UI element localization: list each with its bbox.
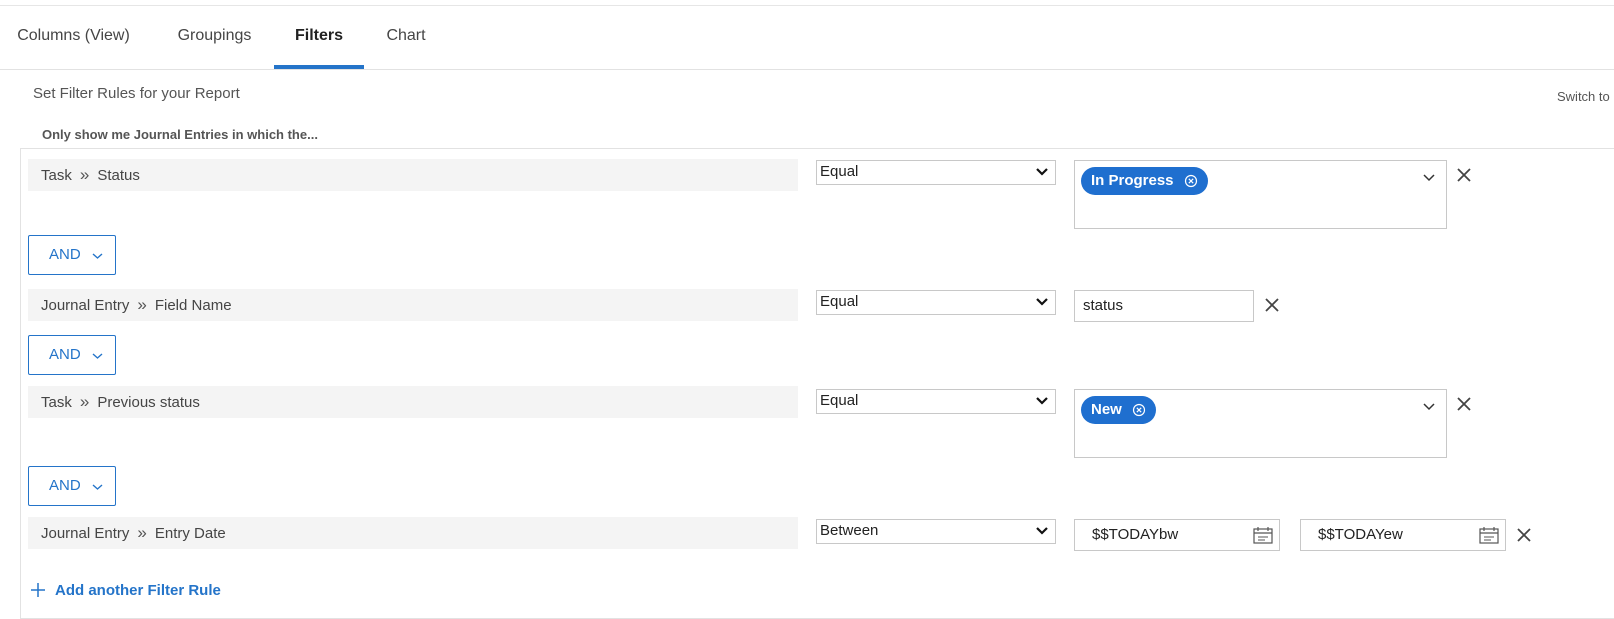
- remove-rule-close-icon[interactable]: [1264, 297, 1280, 313]
- remove-rule-close-icon[interactable]: [1516, 527, 1532, 543]
- rule-field-journal-entry-field-name[interactable]: Journal Entry » Field Name: [28, 289, 798, 321]
- rule-object: Journal Entry: [41, 297, 130, 314]
- rule-field-task-previous-status[interactable]: Task » Previous status: [28, 386, 798, 418]
- tab-columns-view[interactable]: Columns (View): [0, 6, 147, 69]
- and-connector-button[interactable]: AND: [28, 235, 116, 275]
- double-chevron-right-icon: »: [79, 392, 90, 411]
- rule-object: Task: [41, 394, 72, 411]
- tab-groupings[interactable]: Groupings: [155, 6, 274, 69]
- operator-value: Equal: [820, 392, 859, 409]
- chevron-down-icon: [1036, 168, 1048, 176]
- operator-value: Between: [820, 522, 879, 539]
- chevron-down-icon[interactable]: [1422, 173, 1436, 183]
- chip-label: New: [1091, 401, 1122, 418]
- remove-rule-close-icon[interactable]: [1456, 396, 1472, 412]
- connector-label: AND: [49, 346, 81, 363]
- tab-filters[interactable]: Filters: [274, 6, 364, 69]
- and-connector-button[interactable]: AND: [28, 335, 116, 375]
- remove-rule-close-icon[interactable]: [1456, 167, 1472, 183]
- date-to-value: $$TODAYew: [1318, 526, 1403, 543]
- chevron-down-icon: [92, 484, 103, 490]
- value-text-input[interactable]: status: [1074, 290, 1254, 322]
- double-chevron-right-icon: »: [137, 523, 147, 542]
- value-multiselect[interactable]: New: [1074, 389, 1447, 458]
- chevron-down-icon[interactable]: [1422, 402, 1436, 412]
- operator-select[interactable]: Between: [816, 519, 1056, 544]
- connector-label: AND: [49, 246, 81, 263]
- rule-field: Entry Date: [154, 525, 226, 542]
- rule-object: Journal Entry: [41, 525, 130, 542]
- chevron-down-icon: [1036, 397, 1048, 405]
- rule-field: Status: [97, 167, 140, 184]
- switch-mode-link[interactable]: Switch to: [1557, 89, 1610, 104]
- rule-field-journal-entry-entry-date[interactable]: Journal Entry » Entry Date: [28, 517, 798, 549]
- chevron-down-icon: [1036, 298, 1048, 306]
- date-from-input[interactable]: $$TODAYbw: [1074, 519, 1280, 551]
- plus-icon: [31, 583, 45, 597]
- operator-value: Equal: [820, 293, 859, 310]
- rule-object: Task: [41, 167, 72, 184]
- calendar-icon[interactable]: [1253, 527, 1273, 544]
- rule-field-task-status[interactable]: Task » Status: [28, 159, 798, 191]
- chip-label: In Progress: [1091, 172, 1174, 189]
- circle-x-icon[interactable]: [1132, 403, 1146, 417]
- value-chip: New: [1081, 396, 1156, 424]
- panel-subtitle: Only show me Journal Entries in which th…: [42, 127, 318, 142]
- double-chevron-right-icon: »: [79, 165, 90, 184]
- add-rule-label: Add another Filter Rule: [55, 582, 221, 599]
- date-from-value: $$TODAYbw: [1092, 526, 1179, 543]
- chevron-down-icon: [92, 253, 103, 259]
- rule-field: Previous status: [97, 394, 200, 411]
- value-chip: In Progress: [1081, 167, 1208, 195]
- circle-x-icon[interactable]: [1184, 174, 1198, 188]
- calendar-icon[interactable]: [1479, 527, 1499, 544]
- operator-value: Equal: [820, 163, 859, 180]
- tab-chart[interactable]: Chart: [366, 6, 446, 69]
- double-chevron-right-icon: »: [137, 295, 147, 314]
- panel-title: Set Filter Rules for your Report: [33, 85, 240, 102]
- operator-select[interactable]: Equal: [816, 160, 1056, 185]
- date-to-input[interactable]: $$TODAYew: [1300, 519, 1506, 551]
- and-connector-button[interactable]: AND: [28, 466, 116, 506]
- chevron-down-icon: [1036, 527, 1048, 535]
- add-filter-rule-button[interactable]: Add another Filter Rule: [31, 582, 221, 599]
- connector-label: AND: [49, 477, 81, 494]
- value-multiselect[interactable]: In Progress: [1074, 160, 1447, 229]
- tab-bar: Columns (View) Groupings Filters Chart: [0, 6, 1614, 70]
- rule-field: Field Name: [154, 297, 232, 314]
- operator-select[interactable]: Equal: [816, 290, 1056, 315]
- operator-select[interactable]: Equal: [816, 389, 1056, 414]
- chevron-down-icon: [92, 353, 103, 359]
